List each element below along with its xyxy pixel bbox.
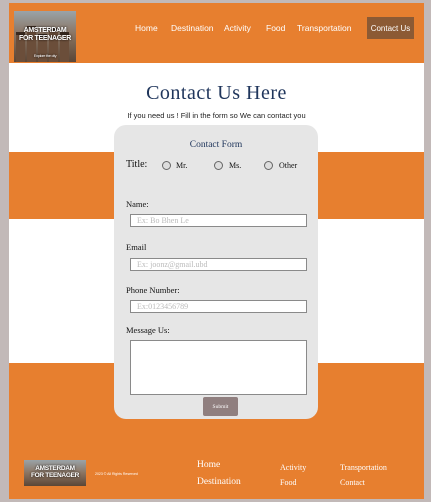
nav-transportation[interactable]: Transportation [297, 23, 352, 33]
message-label: Message Us: [126, 325, 170, 335]
logo-line1: AMSTERDAM [23, 27, 67, 34]
nav-food[interactable]: Food [266, 23, 285, 33]
footer-link-food[interactable]: Food [280, 478, 296, 487]
footer-logo-line1: AMSTERDAM [35, 465, 75, 472]
nav-contact-button[interactable]: Contact Us [367, 17, 414, 39]
footer-link-home[interactable]: Home [197, 460, 220, 470]
copyright-text: 2023 © All Rights Reserved [95, 472, 138, 476]
contact-form-card: Contact Form Title: Mr. Ms. Other Name: … [114, 125, 318, 419]
footer-logo-text: AMSTERDAM FOR TEENAGER [24, 465, 86, 479]
nav-destination[interactable]: Destination [171, 23, 214, 33]
message-textarea[interactable] [130, 340, 307, 395]
nav-activity[interactable]: Activity [224, 23, 251, 33]
submit-button[interactable]: Submit [203, 397, 238, 416]
radio-other-label: Other [279, 161, 298, 170]
name-field[interactable]: Ex: Bo Bhen Le [130, 214, 307, 227]
email-label: Email [126, 242, 147, 252]
form-title: Contact Form [189, 140, 243, 150]
site-header: AMSTERDAM FOR TEENAGER Explore the city … [9, 3, 424, 63]
footer-link-contact[interactable]: Contact [340, 478, 365, 487]
footer-link-destination[interactable]: Destination [197, 477, 241, 487]
name-label: Name: [126, 199, 149, 209]
footer-logo-line2: FOR TEENAGER [30, 472, 80, 479]
nav-home[interactable]: Home [135, 23, 158, 33]
site-footer: AMSTERDAM FOR TEENAGER 2023 © All Rights… [9, 452, 424, 499]
page-title: Contact Us Here [146, 82, 287, 104]
footer-link-transportation[interactable]: Transportation [340, 463, 387, 472]
footer-logo[interactable]: AMSTERDAM FOR TEENAGER [24, 460, 86, 486]
logo-line2: FOR TEENAGER [18, 35, 71, 42]
title-label: Title: [126, 159, 148, 170]
logo-tagline: Explore the city [33, 53, 57, 58]
header-logo[interactable]: AMSTERDAM FOR TEENAGER Explore the city [14, 11, 76, 62]
radio-ms[interactable] [214, 161, 223, 170]
page-frame: AMSTERDAM FOR TEENAGER Explore the city … [9, 3, 424, 499]
radio-mr[interactable] [162, 161, 171, 170]
logo-text: AMSTERDAM FOR TEENAGER [14, 27, 76, 43]
email-field[interactable]: Ex: joonz@gmail.ubd [130, 258, 307, 271]
radio-other[interactable] [264, 161, 273, 170]
phone-field[interactable]: Ex:0123456789 [130, 300, 307, 313]
radio-ms-label: Ms. [229, 161, 242, 170]
footer-link-activity[interactable]: Activity [280, 463, 306, 472]
page-subtitle: If you need us ! Fill in the form so We … [127, 111, 306, 120]
phone-label: Phone Number: [126, 285, 180, 295]
radio-mr-label: Mr. [176, 161, 188, 170]
